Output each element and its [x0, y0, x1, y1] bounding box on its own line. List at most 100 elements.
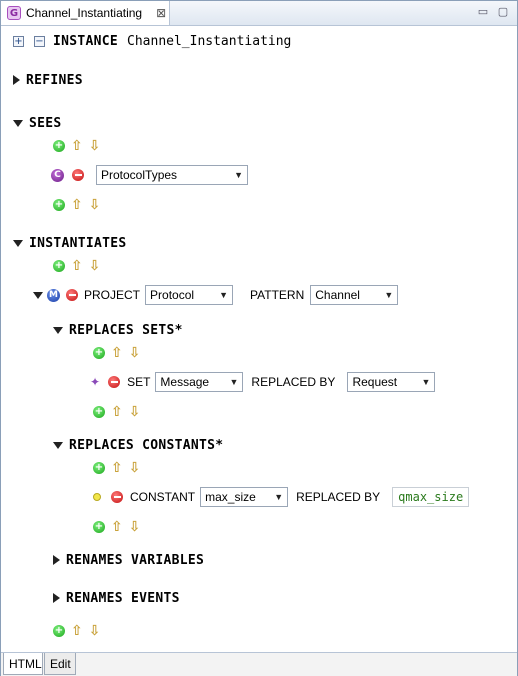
instance-header: + − INSTANCE Channel_Instantiating	[13, 30, 291, 52]
chevron-down-icon: ▼	[234, 170, 243, 180]
instance-keyword: INSTANCE	[53, 33, 119, 49]
editor-window: G Channel_Instantiating ⊠ ▭ ▢ + − INSTAN…	[0, 0, 518, 676]
add-icon[interactable]: +	[93, 406, 105, 418]
move-up-icon[interactable]: ⇧	[111, 346, 123, 360]
move-up-icon[interactable]: ⇧	[111, 520, 123, 534]
replaces-sets-bottom-controls: + ⇧ ⇩	[93, 401, 140, 423]
constant-replaced-by-label: REPLACED BY	[296, 490, 381, 504]
move-up-icon[interactable]: ⇧	[71, 139, 83, 153]
sees-section-header[interactable]: SEES	[13, 112, 62, 134]
collapse-replaces-constants-icon[interactable]	[53, 441, 63, 449]
collapse-item-icon[interactable]	[33, 291, 43, 299]
replaces-constants-section-header[interactable]: REPLACES CONSTANTS*	[53, 434, 223, 456]
replaces-constants-label: REPLACES CONSTANTS*	[69, 437, 224, 453]
set-replaced-by-label: REPLACED BY	[251, 375, 336, 389]
minimize-icon[interactable]: ▭	[477, 5, 489, 18]
sees-context-row: C ProtocolTypes ▼	[51, 164, 248, 186]
instantiates-section-header[interactable]: INSTANTIATES	[13, 232, 127, 254]
machine-icon: M	[47, 288, 60, 302]
set-label: SET	[127, 375, 151, 389]
renames-events-label: RENAMES EVENTS	[66, 590, 180, 606]
move-down-icon[interactable]: ⇩	[129, 346, 141, 360]
set-select[interactable]: Message ▼	[155, 372, 244, 392]
move-down-icon[interactable]: ⇩	[89, 624, 101, 638]
editor-tab-bar: G Channel_Instantiating ⊠ ▭ ▢	[1, 1, 517, 26]
collapse-replaces-sets-icon[interactable]	[53, 326, 63, 334]
refines-section-header[interactable]: REFINES	[13, 69, 83, 91]
carrier-set-icon: ✦	[90, 375, 101, 389]
move-down-icon[interactable]: ⇩	[89, 139, 101, 153]
replaces-sets-section-header[interactable]: REPLACES SETS*	[53, 319, 183, 341]
add-icon[interactable]: +	[53, 199, 65, 211]
expand-renames-events-icon[interactable]	[53, 593, 60, 603]
tab-edit[interactable]: Edit	[44, 653, 76, 675]
replaced-constant-row: CONSTANT max_size ▼ REPLACED BY qmax_size	[91, 486, 470, 508]
expand-renames-variables-icon[interactable]	[53, 555, 60, 565]
replaces-constants-top-controls: + ⇧ ⇩	[93, 457, 140, 479]
move-down-icon[interactable]: ⇩	[129, 405, 141, 419]
editor-page-tabs: HTML Edit	[1, 652, 517, 676]
window-controls: ▭ ▢	[477, 5, 509, 18]
set-replaced-by-select[interactable]: Request ▼	[347, 372, 436, 392]
chevron-down-icon: ▼	[384, 290, 394, 300]
add-icon[interactable]: +	[53, 140, 65, 152]
pattern-label: PATTERN	[250, 288, 305, 302]
sees-top-controls: + ⇧ ⇩	[53, 135, 100, 157]
remove-icon[interactable]	[66, 289, 78, 301]
maximize-icon[interactable]: ▢	[497, 5, 509, 18]
editor-tab[interactable]: G Channel_Instantiating ⊠	[1, 1, 170, 25]
project-select[interactable]: Protocol ▼	[145, 285, 234, 305]
add-icon[interactable]: +	[53, 625, 65, 637]
collapse-all-icon[interactable]: −	[34, 35, 45, 47]
set-value: Message	[160, 375, 210, 389]
replaces-constants-bottom-controls: + ⇧ ⇩	[93, 516, 140, 538]
add-icon[interactable]: +	[93, 521, 105, 533]
add-icon[interactable]: +	[53, 260, 65, 272]
expand-refines-icon[interactable]	[13, 75, 20, 85]
move-up-icon[interactable]: ⇧	[111, 405, 123, 419]
chevron-down-icon: ▼	[229, 377, 239, 387]
constant-replaced-by-input[interactable]: qmax_size	[392, 487, 470, 507]
move-up-icon[interactable]: ⇧	[71, 624, 83, 638]
tab-html[interactable]: HTML	[3, 653, 43, 675]
remove-icon[interactable]	[108, 376, 121, 388]
refines-label: REFINES	[26, 72, 83, 88]
replaced-set-row: ✦ SET Message ▼ REPLACED BY Request ▼	[90, 371, 436, 393]
instantiates-bottom-controls: + ⇧ ⇩	[53, 620, 100, 642]
constant-value: max_size	[205, 490, 256, 504]
sees-context-value: ProtocolTypes	[101, 168, 178, 182]
move-down-icon[interactable]: ⇩	[89, 259, 101, 273]
sees-bottom-controls: + ⇧ ⇩	[53, 194, 100, 216]
instantiates-label: INSTANTIATES	[29, 235, 127, 251]
replaces-sets-label: REPLACES SETS*	[69, 322, 183, 338]
move-down-icon[interactable]: ⇩	[129, 520, 141, 534]
move-down-icon[interactable]: ⇩	[89, 198, 101, 212]
move-up-icon[interactable]: ⇧	[111, 461, 123, 475]
sees-context-select[interactable]: ProtocolTypes ▼	[96, 165, 248, 185]
pattern-select[interactable]: Channel ▼	[310, 285, 399, 305]
move-down-icon[interactable]: ⇩	[129, 461, 141, 475]
remove-icon[interactable]	[111, 491, 123, 503]
set-replaced-by-value: Request	[352, 375, 398, 389]
renames-events-section-header[interactable]: RENAMES EVENTS	[53, 587, 180, 609]
expand-all-icon[interactable]: +	[13, 35, 24, 47]
project-value: Protocol	[150, 288, 195, 302]
editor-tab-title: Channel_Instantiating	[26, 6, 143, 20]
constant-select[interactable]: max_size ▼	[200, 487, 289, 507]
add-icon[interactable]: +	[93, 462, 105, 474]
constant-icon	[93, 493, 101, 501]
close-tab-icon[interactable]: ⊠	[156, 6, 166, 20]
chevron-down-icon: ▼	[421, 377, 431, 387]
move-up-icon[interactable]: ⇧	[71, 259, 83, 273]
renames-variables-section-header[interactable]: RENAMES VARIABLES	[53, 549, 204, 571]
collapse-sees-icon[interactable]	[13, 119, 23, 127]
collapse-instantiates-icon[interactable]	[13, 239, 23, 247]
sees-label: SEES	[29, 115, 62, 131]
constant-label: CONSTANT	[130, 490, 196, 504]
remove-icon[interactable]	[72, 169, 84, 181]
instance-file-icon: G	[7, 6, 21, 20]
instantiates-top-controls: + ⇧ ⇩	[53, 255, 100, 277]
add-icon[interactable]: +	[93, 347, 105, 359]
move-up-icon[interactable]: ⇧	[71, 198, 83, 212]
instance-name[interactable]: Channel_Instantiating	[127, 34, 291, 49]
